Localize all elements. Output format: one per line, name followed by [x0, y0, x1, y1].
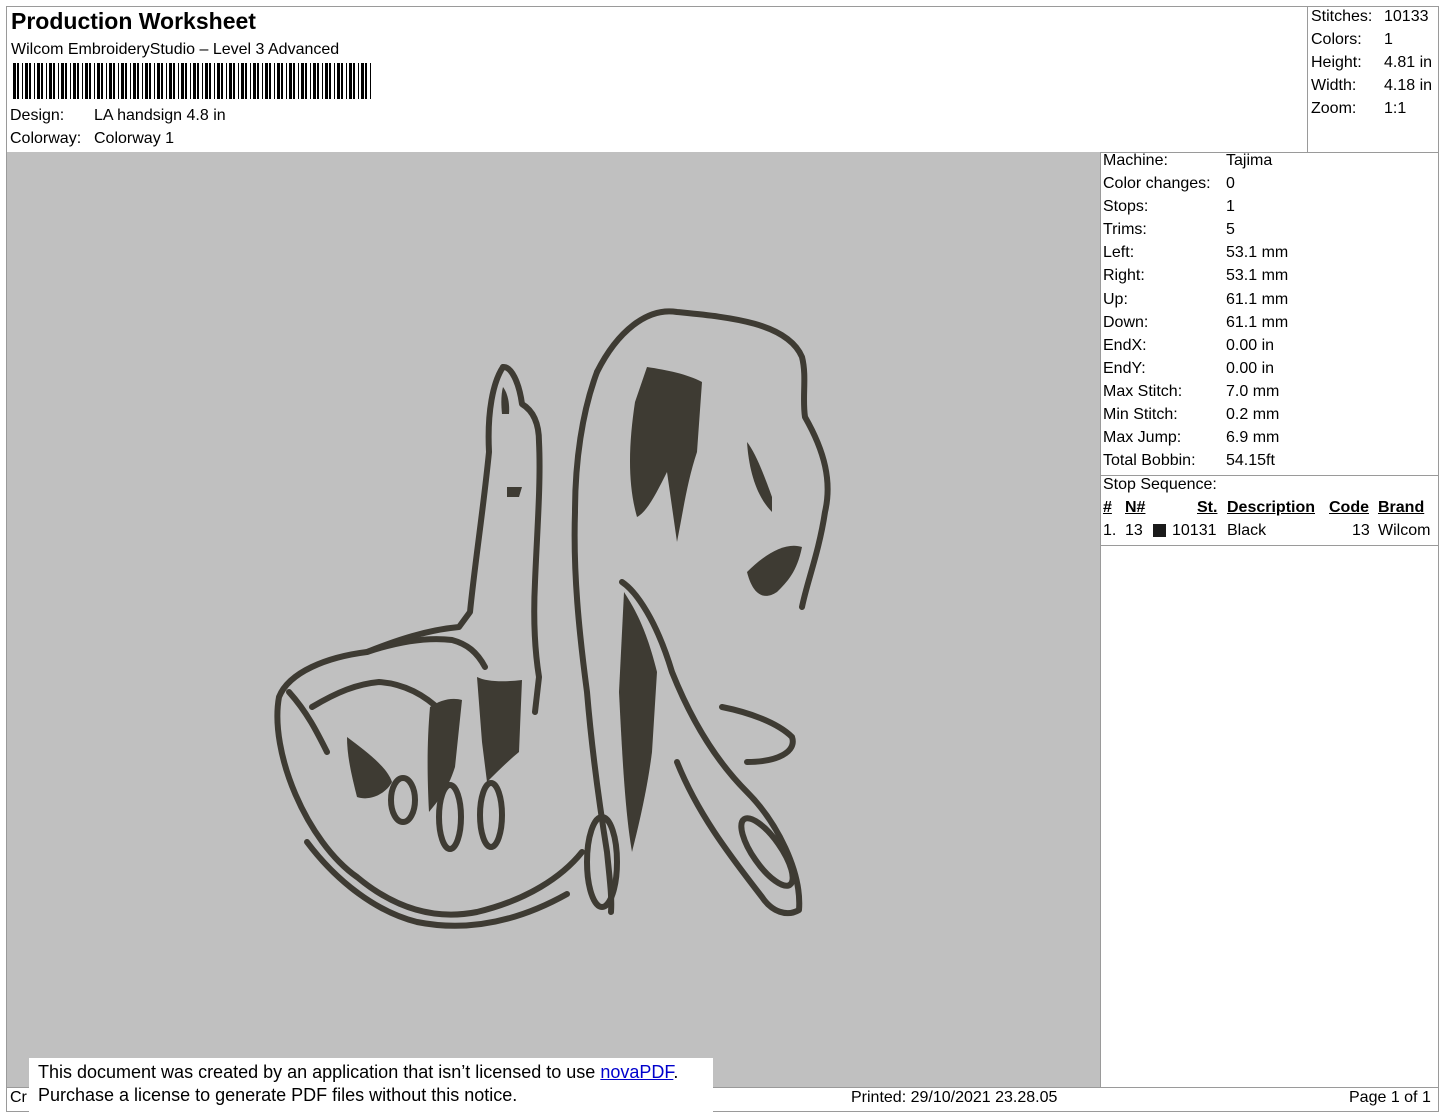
col-header-description: Description — [1227, 499, 1316, 516]
stop-brand: Wilcom — [1378, 522, 1431, 539]
spec-value: 54.15ft — [1226, 452, 1275, 470]
stat-value: 4.18 in — [1384, 77, 1433, 94]
spec-label: EndY: — [1103, 359, 1146, 377]
spec-row: Color changes: 0 — [1103, 175, 1438, 198]
spec-row: EndX: 0.00 in — [1103, 337, 1438, 360]
spec-label: Color changes: — [1103, 175, 1211, 193]
spec-label: Up: — [1103, 290, 1128, 308]
spec-row: Max Jump: 6.9 mm — [1103, 429, 1438, 452]
col-header-brand: Brand — [1378, 499, 1425, 516]
spec-label: Machine: — [1103, 152, 1168, 169]
license-notice: This document was created by an applicat… — [29, 1058, 713, 1113]
spec-row: Stops: 1 — [1103, 198, 1438, 221]
design-stats: Stitches: 10133 Colors: 1 Height: 4.81 in W… — [1311, 8, 1439, 123]
col-header-needle: N# — [1125, 499, 1146, 516]
stop-stitches: 10131 — [1172, 522, 1217, 539]
footer-left: Cr — [10, 1089, 27, 1106]
page-title: Production Worksheet — [11, 8, 256, 34]
stop-code: 13 — [1352, 522, 1370, 539]
machine-specs: Machine: Tajima Color changes: 0 Stops: 1 T… — [1103, 152, 1438, 475]
col-header-stitches: St. — [1197, 499, 1218, 516]
spec-value: 0.00 in — [1226, 336, 1275, 354]
notice-period: . — [673, 1062, 679, 1082]
header-divider — [1307, 6, 1308, 152]
spec-label: Left: — [1103, 244, 1135, 262]
stat-row: Colors: 1 — [1311, 31, 1439, 54]
spec-row: Machine: Tajima — [1103, 152, 1438, 175]
spec-row: Min Stitch: 0.2 mm — [1103, 406, 1438, 429]
spec-row: Right: 53.1 mm — [1103, 267, 1438, 290]
stat-value: 1:1 — [1384, 100, 1407, 117]
colorway-row: Colorway: Colorway 1 — [10, 130, 410, 150]
stop-index: 1. — [1103, 522, 1117, 539]
col-header-code: Code — [1329, 499, 1369, 516]
spec-row: Down: 61.1 mm — [1103, 314, 1438, 337]
stat-label: Colors: — [1311, 31, 1362, 48]
spec-label: Min Stitch: — [1103, 406, 1178, 424]
stop-sequence-title: Stop Sequence: — [1103, 476, 1217, 493]
la-handsign-embroidery — [274, 308, 831, 929]
spec-value: 6.9 mm — [1226, 429, 1280, 447]
thread-color-swatch — [1153, 524, 1166, 537]
spec-label: Total Bobbin: — [1103, 452, 1196, 470]
spec-value: 61.1 mm — [1226, 290, 1289, 308]
stat-row: Stitches: 10133 — [1311, 8, 1439, 31]
design-value: LA handsign 4.8 in — [94, 107, 226, 124]
stopseq-divider — [1100, 545, 1439, 546]
spec-value: 0.00 in — [1226, 359, 1275, 377]
colorway-label: Colorway: — [10, 130, 82, 147]
spec-value: 5 — [1226, 221, 1235, 239]
spec-row: Trims: 5 — [1103, 221, 1438, 244]
stat-row: Width: 4.18 in — [1311, 77, 1439, 100]
barcode — [13, 63, 371, 99]
col-header-index: # — [1103, 499, 1112, 516]
spec-row: Left: 53.1 mm — [1103, 244, 1438, 267]
spec-label: Trims: — [1103, 221, 1147, 239]
spec-value: 1 — [1226, 198, 1235, 216]
colorway-value: Colorway 1 — [94, 130, 175, 147]
design-preview — [7, 152, 1100, 1087]
stat-value: 1 — [1384, 31, 1393, 48]
stop-description: Black — [1227, 522, 1267, 539]
canvas-divider — [1100, 152, 1101, 1088]
spec-value: 0 — [1226, 175, 1235, 193]
spec-value: 61.1 mm — [1226, 313, 1289, 331]
software-name: Wilcom EmbroideryStudio – Level 3 Advanc… — [11, 41, 340, 58]
spec-value: 0.2 mm — [1226, 406, 1280, 424]
notice-text: This document was created by an applicat… — [38, 1062, 601, 1082]
notice-line-2: Purchase a license to generate PDF files… — [38, 1085, 518, 1105]
design-row: Design: LA handsign 4.8 in — [10, 107, 410, 127]
spec-label: Right: — [1103, 267, 1145, 285]
spec-label: Max Jump: — [1103, 429, 1182, 447]
stat-value: 4.81 in — [1384, 54, 1433, 71]
page-number: Page 1 of 1 — [1349, 1089, 1431, 1106]
spec-value: 7.0 mm — [1226, 382, 1280, 400]
stat-label: Stitches: — [1311, 8, 1373, 25]
stat-row: Height: 4.81 in — [1311, 54, 1439, 77]
spec-row: Total Bobbin: 54.15ft — [1103, 452, 1438, 475]
stop-needle: 13 — [1125, 522, 1143, 539]
stat-value: 10133 — [1384, 8, 1429, 25]
stat-label: Width: — [1311, 77, 1357, 94]
spec-row: Up: 61.1 mm — [1103, 291, 1438, 314]
spec-label: EndX: — [1103, 336, 1147, 354]
design-label: Design: — [10, 107, 65, 124]
notice-line-1: This document was created by an applicat… — [38, 1061, 713, 1084]
stat-label: Zoom: — [1311, 100, 1357, 117]
spec-label: Down: — [1103, 313, 1149, 331]
spec-value: Tajima — [1226, 152, 1273, 169]
stat-row: Zoom: 1:1 — [1311, 100, 1439, 123]
printed-date: Printed: 29/10/2021 23.28.05 — [851, 1089, 1058, 1106]
novapdf-link[interactable]: novaPDF — [600, 1062, 673, 1082]
spec-row: Max Stitch: 7.0 mm — [1103, 383, 1438, 406]
spec-label: Stops: — [1103, 198, 1149, 216]
stat-label: Height: — [1311, 54, 1362, 71]
spec-value: 53.1 mm — [1226, 267, 1289, 285]
spec-label: Max Stitch: — [1103, 382, 1183, 400]
spec-row: EndY: 0.00 in — [1103, 360, 1438, 383]
spec-value: 53.1 mm — [1226, 244, 1289, 262]
